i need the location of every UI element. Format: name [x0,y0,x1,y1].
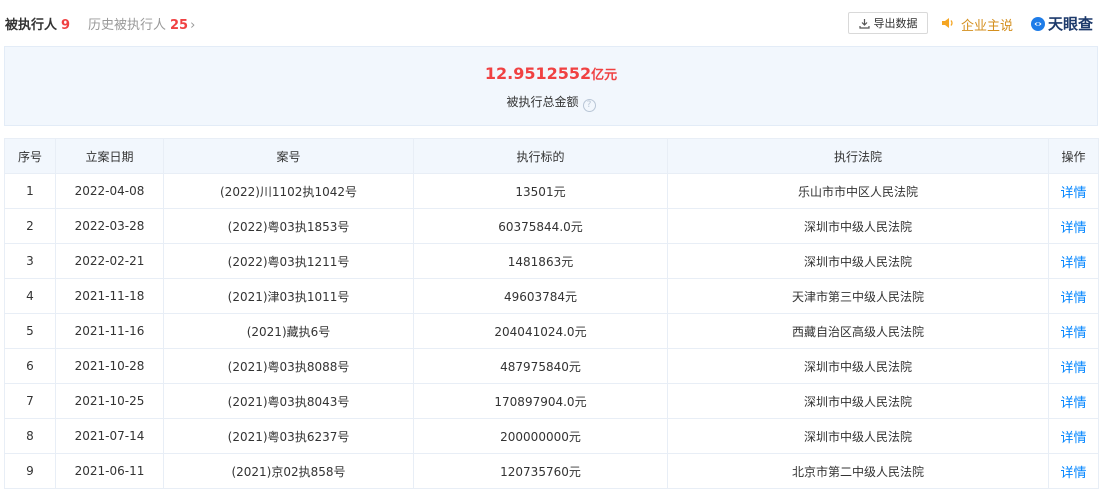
cell-amount: 200000000元 [413,418,668,454]
cell-date: 2022-04-08 [55,173,164,209]
cell-amount: 170897904.0元 [413,383,668,419]
cell-amount: 1481863元 [413,243,668,279]
cell-index: 8 [4,418,56,454]
detail-link[interactable]: 详情 [1048,383,1099,419]
cell-date: 2021-10-28 [55,348,164,384]
total-amount: 12.9512552亿元 [5,64,1097,83]
cell-date: 2022-02-21 [55,243,164,279]
detail-link[interactable]: 详情 [1048,348,1099,384]
cell-case: (2021)京02执858号 [163,453,414,489]
cell-case: (2022)川1102执1042号 [163,173,414,209]
header-court: 执行法院 [667,138,1049,174]
cell-date: 2021-11-16 [55,313,164,349]
header-index: 序号 [4,138,56,174]
cell-amount: 49603784元 [413,278,668,314]
cell-date: 2021-10-25 [55,383,164,419]
detail-link[interactable]: 详情 [1048,453,1099,489]
header-execution-amount: 执行标的 [413,138,668,174]
cell-date: 2022-03-28 [55,208,164,244]
cell-court: 深圳市中级人民法院 [667,418,1049,454]
detail-link[interactable]: 详情 [1048,243,1099,279]
logo-text: 天眼查 [1048,15,1094,33]
cell-index: 6 [4,348,56,384]
table-row: 5 2021-11-16 (2021)藏执6号 204041024.0元 西藏自… [4,313,1099,349]
tab-history-count: 25 [170,18,189,33]
cell-court: 深圳市中级人民法院 [667,383,1049,419]
cell-case: (2022)粤03执1853号 [163,208,414,244]
chevron-right-icon: › [190,18,196,33]
cell-index: 9 [4,453,56,489]
cell-court: 深圳市中级人民法院 [667,348,1049,384]
top-bar: 被执行人 9 历史被执行人 25 › 导出数据 企业主说 天眼查 [0,0,1107,46]
cell-index: 3 [4,243,56,279]
business-owner-says-link[interactable]: 企业主说 [961,15,1013,34]
table-row: 9 2021-06-11 (2021)京02执858号 120735760元 北… [4,453,1099,489]
cell-index: 4 [4,278,56,314]
help-icon[interactable]: ? [582,99,596,112]
cell-case: (2022)粤03执1211号 [163,243,414,279]
cell-case: (2021)粤03执6237号 [163,418,414,454]
tab-history-executed[interactable]: 历史被执行人 25 › [88,14,195,33]
tianyancha-logo-icon [1031,16,1045,31]
header-action: 操作 [1048,138,1099,174]
export-data-label: 导出数据 [873,17,918,30]
detail-link[interactable]: 详情 [1048,278,1099,314]
tab-history-label: 历史被执行人 [88,18,167,33]
detail-link[interactable]: 详情 [1048,173,1099,209]
detail-link[interactable]: 详情 [1048,208,1099,244]
header-filing-date: 立案日期 [55,138,164,174]
cell-index: 5 [4,313,56,349]
tab-current-label: 被执行人 [5,18,58,33]
table-row: 1 2022-04-08 (2022)川1102执1042号 13501元 乐山… [4,173,1099,209]
cell-date: 2021-11-18 [55,278,164,314]
cell-court: 北京市第二中级人民法院 [667,453,1049,489]
cell-date: 2021-06-11 [55,453,164,489]
table-row: 2 2022-03-28 (2022)粤03执1853号 60375844.0元… [4,208,1099,244]
executed-person-table: 序号 立案日期 案号 执行标的 执行法院 操作 1 2022-04-08 (20… [4,138,1099,489]
table-row: 3 2022-02-21 (2022)粤03执1211号 1481863元 深圳… [4,243,1099,279]
cell-case: (2021)藏执6号 [163,313,414,349]
cell-court: 深圳市中级人民法院 [667,208,1049,244]
tianyancha-logo[interactable]: 天眼查 [1030,13,1093,34]
table-row: 6 2021-10-28 (2021)粤03执8088号 487975840元 … [4,348,1099,384]
total-amount-label: 被执行总金额 [506,95,579,109]
cell-amount: 487975840元 [413,348,668,384]
cell-court: 天津市第三中级人民法院 [667,278,1049,314]
tab-current-executed[interactable]: 被执行人 9 [5,14,70,33]
cell-court: 深圳市中级人民法院 [667,243,1049,279]
cell-amount: 13501元 [413,173,668,209]
cell-court: 乐山市市中区人民法院 [667,173,1049,209]
table-row: 7 2021-10-25 (2021)粤03执8043号 170897904.0… [4,383,1099,419]
total-amount-label-row: 被执行总金额? [5,93,1097,112]
header-case-number: 案号 [163,138,414,174]
cell-court: 西藏自治区高级人民法院 [667,313,1049,349]
cell-date: 2021-07-14 [55,418,164,454]
total-amount-value: 12.9512552 [484,64,592,83]
cell-index: 2 [4,208,56,244]
cell-amount: 120735760元 [413,453,668,489]
cell-amount: 60375844.0元 [413,208,668,244]
cell-index: 1 [4,173,56,209]
export-data-button[interactable]: 导出数据 [848,12,928,34]
summary-panel: 12.9512552亿元 被执行总金额? [4,46,1098,126]
download-icon [858,18,870,29]
detail-link[interactable]: 详情 [1048,418,1099,454]
cell-amount: 204041024.0元 [413,313,668,349]
table-header-row: 序号 立案日期 案号 执行标的 执行法院 操作 [4,138,1099,174]
speaker-icon [942,18,953,28]
cell-case: (2021)粤03执8088号 [163,348,414,384]
table-row: 8 2021-07-14 (2021)粤03执6237号 200000000元 … [4,418,1099,454]
detail-link[interactable]: 详情 [1048,313,1099,349]
cell-case: (2021)粤03执8043号 [163,383,414,419]
total-amount-unit: 亿元 [591,68,618,83]
cell-case: (2021)津03执1011号 [163,278,414,314]
table-row: 4 2021-11-18 (2021)津03执1011号 49603784元 天… [4,278,1099,314]
cell-index: 7 [4,383,56,419]
tab-current-count: 9 [61,18,71,33]
